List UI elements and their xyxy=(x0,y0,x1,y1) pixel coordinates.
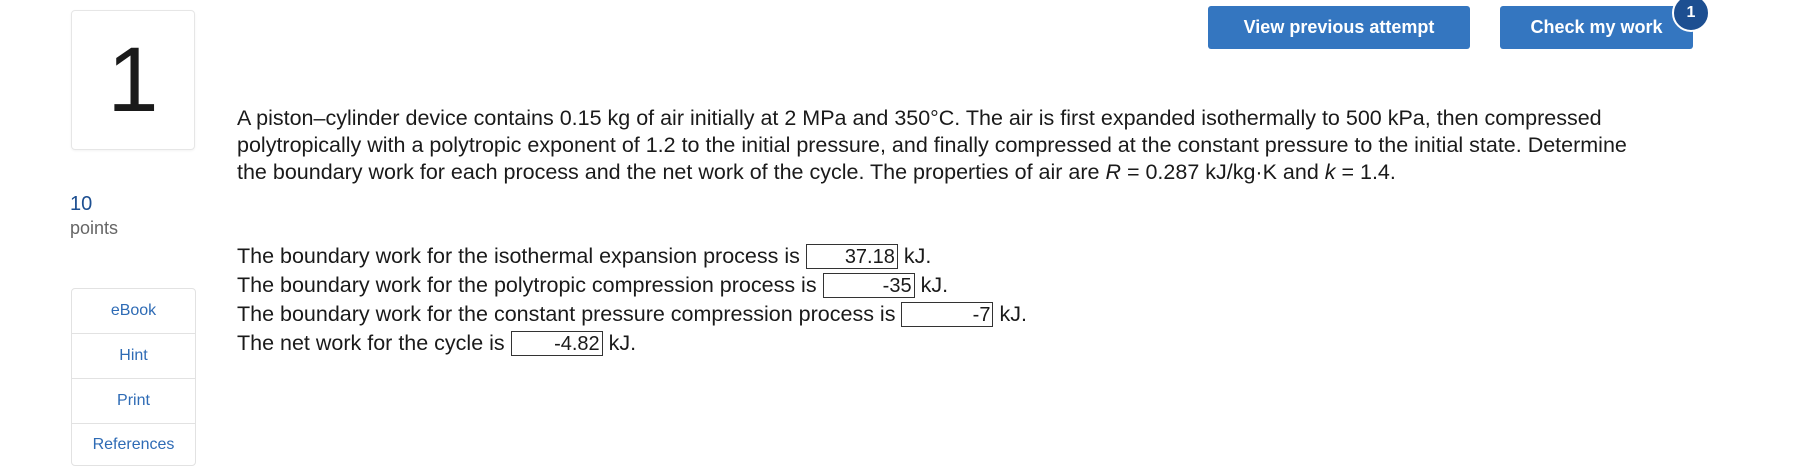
references-link[interactable]: References xyxy=(72,424,195,465)
answer-label: The net work for the cycle is xyxy=(237,331,505,355)
ebook-link[interactable]: eBook xyxy=(72,289,195,334)
question-number: 1 xyxy=(107,28,159,131)
answer-label: The boundary work for the isothermal exp… xyxy=(237,244,800,268)
variable-r: R xyxy=(1105,160,1121,184)
answer-row-constant-pressure: The boundary work for the constant press… xyxy=(237,300,1027,329)
problem-text-part-1: A piston–cylinder device contains 0.15 k… xyxy=(237,106,1627,184)
answer-label: The boundary work for the constant press… xyxy=(237,302,896,326)
answer-section: The boundary work for the isothermal exp… xyxy=(237,242,1027,358)
check-attempts-badge: 1 xyxy=(1672,0,1710,32)
polytropic-work-field[interactable]: -35 xyxy=(822,273,915,298)
answer-unit: kJ. xyxy=(608,331,637,355)
constant-pressure-work-field[interactable]: -7 xyxy=(901,302,994,327)
problem-text-part-2: = 0.287 kJ/kg·K and xyxy=(1120,160,1325,184)
view-previous-attempt-button[interactable]: View previous attempt xyxy=(1208,6,1470,49)
answer-row-isothermal: The boundary work for the isothermal exp… xyxy=(237,242,1027,271)
net-work-field[interactable]: -4.82 xyxy=(510,331,603,356)
problem-statement: A piston–cylinder device contains 0.15 k… xyxy=(237,105,1657,186)
print-link[interactable]: Print xyxy=(72,379,195,424)
answer-row-net-work: The net work for the cycle is -4.82 kJ. xyxy=(237,329,1027,358)
problem-text-part-3: = 1.4. xyxy=(1335,160,1396,184)
answer-label: The boundary work for the polytropic com… xyxy=(237,273,817,297)
points-value: 10 xyxy=(70,193,93,215)
check-my-work-button[interactable]: Check my work xyxy=(1500,6,1693,49)
hint-link[interactable]: Hint xyxy=(72,334,195,379)
answer-unit: kJ. xyxy=(999,302,1027,326)
question-number-card: 1 xyxy=(71,10,195,150)
answer-row-polytropic: The boundary work for the polytropic com… xyxy=(237,271,1027,300)
question-tools: eBook Hint Print References xyxy=(71,288,196,466)
isothermal-work-field[interactable]: 37.18 xyxy=(805,244,898,269)
answer-unit: kJ. xyxy=(920,273,949,297)
answer-unit: kJ. xyxy=(903,244,932,268)
variable-k: k xyxy=(1324,160,1336,184)
points-label: points xyxy=(70,218,119,238)
